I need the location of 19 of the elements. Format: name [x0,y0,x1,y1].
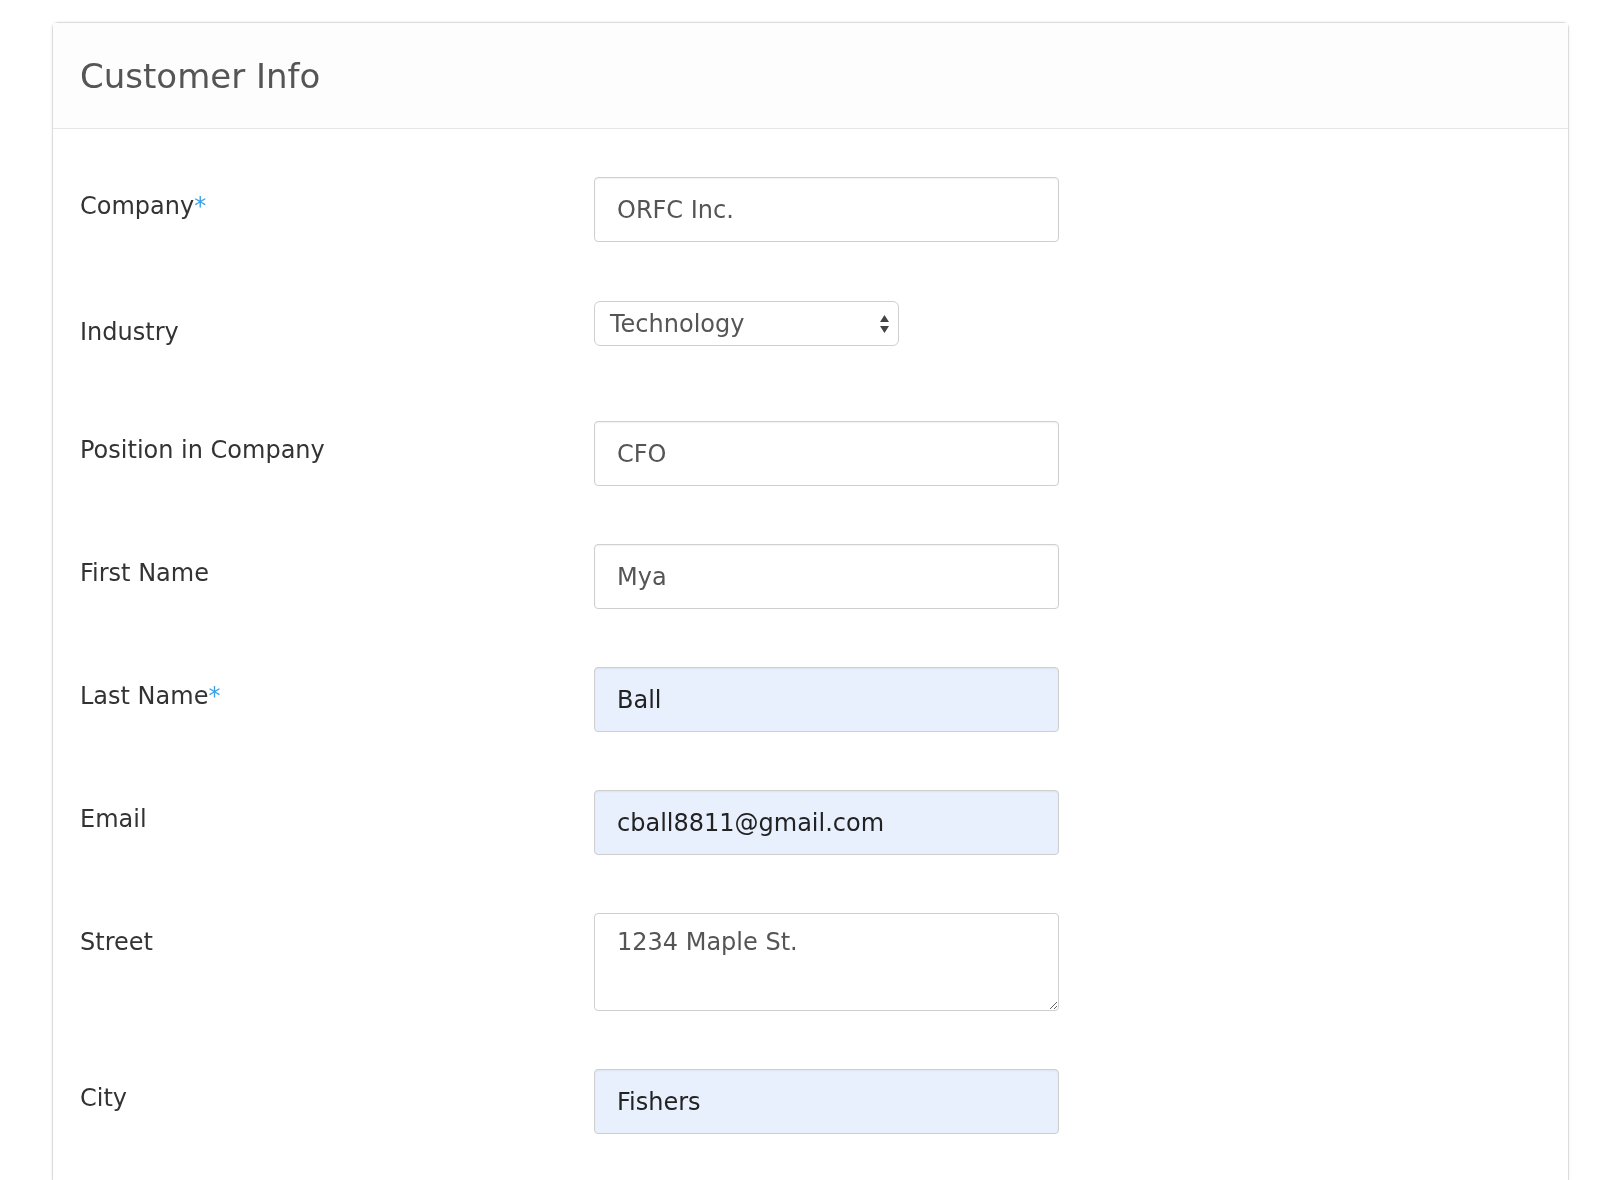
field-label: Street [80,927,154,958]
text-field[interactable]: ORFC Inc. [594,177,1059,242]
field-label: Company* [80,191,208,222]
industry-select[interactable]: Technology [594,301,899,346]
field-label: City [80,1083,129,1114]
text-field[interactable]: Ball [594,667,1059,732]
text-field[interactable]: Fishers [594,1069,1059,1134]
field-label: Email [80,804,148,835]
text-field[interactable]: cball8811@gmail.com [594,790,1059,855]
card-title: Customer Info [80,55,321,96]
field-label: Industry [80,317,180,348]
up-down-arrows-icon [879,312,890,335]
text-field[interactable]: CFO [594,421,1059,486]
field-label: First Name [80,558,210,589]
textarea-field[interactable]: 1234 Maple St. [594,913,1059,1011]
text-field[interactable]: Mya [594,544,1059,609]
field-label: Last Name* [80,681,222,712]
field-label: Position in Company [80,435,326,466]
select-value: Technology [610,309,745,338]
